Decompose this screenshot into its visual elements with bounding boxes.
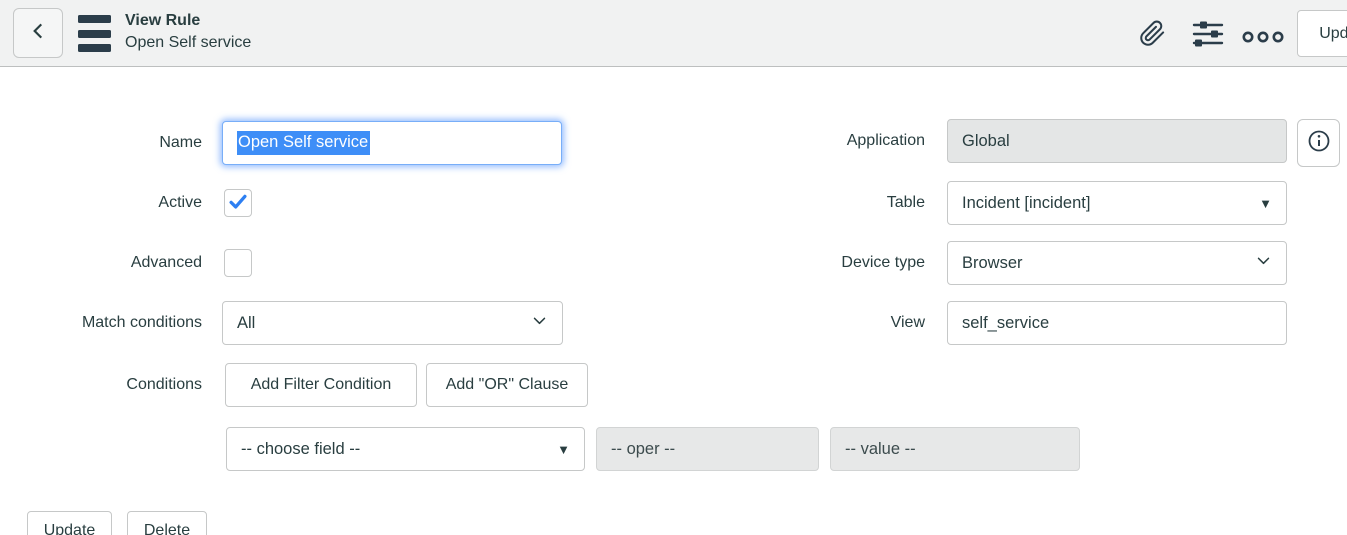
add-filter-condition-button[interactable]: Add Filter Condition bbox=[225, 363, 417, 407]
delete-button[interactable]: Delete bbox=[127, 511, 207, 535]
info-icon bbox=[1307, 129, 1331, 158]
application-value: Global bbox=[962, 131, 1010, 150]
application-field-readonly: Global bbox=[947, 119, 1287, 163]
active-label: Active bbox=[158, 194, 202, 211]
header-update-button[interactable]: Update bbox=[1297, 10, 1347, 57]
choose-field-value: -- choose field -- bbox=[241, 439, 361, 458]
operator-dropdown-disabled: -- oper -- bbox=[596, 427, 819, 471]
view-input[interactable]: self_service bbox=[947, 301, 1287, 345]
view-value: self_service bbox=[962, 313, 1050, 332]
conditions-label: Conditions bbox=[126, 376, 202, 393]
attachment-button[interactable] bbox=[1137, 18, 1167, 48]
name-input[interactable]: Open Self service bbox=[222, 121, 562, 165]
application-label: Application bbox=[846, 132, 925, 149]
name-input-selected-text: Open Self service bbox=[237, 131, 371, 155]
triangle-down-icon: ▼ bbox=[1259, 195, 1272, 211]
back-button[interactable] bbox=[13, 8, 63, 58]
value-field-disabled: -- value -- bbox=[830, 427, 1080, 471]
table-dropdown[interactable]: Incident [incident] ▼ bbox=[947, 181, 1287, 225]
operator-value: -- oper -- bbox=[611, 439, 676, 458]
view-rule-page: View Rule Open Self service Upd Name Ope… bbox=[0, 0, 1347, 535]
add-or-clause-button[interactable]: Add "OR" Clause bbox=[426, 363, 588, 407]
triangle-down-icon: ▼ bbox=[557, 441, 570, 457]
hamburger-menu-icon[interactable] bbox=[78, 15, 111, 52]
chevron-left-icon bbox=[28, 21, 48, 46]
value-value: -- value -- bbox=[845, 439, 916, 458]
table-label: Table bbox=[886, 194, 925, 211]
checkmark-icon bbox=[227, 190, 249, 217]
active-checkbox[interactable] bbox=[224, 189, 252, 217]
paperclip-icon bbox=[1139, 20, 1166, 47]
device-type-label: Device type bbox=[841, 254, 925, 271]
chevron-down-icon bbox=[531, 312, 548, 334]
table-value: Incident [incident] bbox=[962, 193, 1091, 212]
match-conditions-label: Match conditions bbox=[81, 314, 202, 331]
match-conditions-select[interactable]: All bbox=[222, 301, 563, 345]
page-title: View Rule bbox=[125, 12, 201, 29]
more-options-button[interactable] bbox=[1240, 26, 1286, 46]
choose-field-dropdown[interactable]: -- choose field -- ▼ bbox=[226, 427, 585, 471]
chevron-down-icon bbox=[1255, 252, 1272, 274]
device-type-value: Browser bbox=[962, 253, 1023, 272]
record-subtitle: Open Self service bbox=[125, 34, 252, 52]
advanced-checkbox[interactable] bbox=[224, 249, 252, 277]
advanced-label: Advanced bbox=[130, 254, 202, 271]
sliders-icon bbox=[1191, 17, 1225, 51]
personalize-form-button[interactable] bbox=[1190, 16, 1226, 52]
device-type-select[interactable]: Browser bbox=[947, 241, 1287, 285]
title-block: View Rule Open Self service bbox=[125, 10, 251, 55]
name-label: Name bbox=[159, 134, 202, 151]
more-options-icon bbox=[1241, 27, 1285, 45]
update-button[interactable]: Update bbox=[27, 511, 112, 535]
match-conditions-value: All bbox=[237, 313, 256, 332]
view-label: View bbox=[890, 314, 925, 331]
application-info-button[interactable] bbox=[1297, 119, 1340, 167]
header-bar: View Rule Open Self service Upd bbox=[0, 0, 1347, 67]
